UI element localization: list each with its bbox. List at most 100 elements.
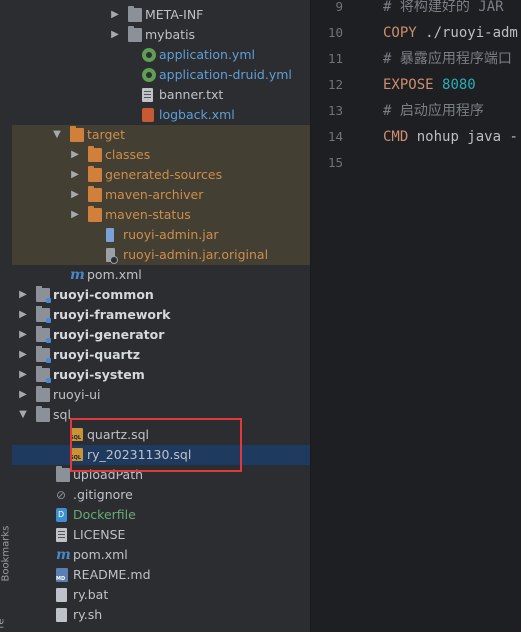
tree-node[interactable]: ruoyi-admin.jar [12,225,310,245]
code-line[interactable]: # 暴露应用程序端口 [383,49,512,69]
code-line[interactable]: EXPOSE 8080 [383,75,476,95]
folder-icon [36,406,50,422]
maven-icon: m [56,547,71,563]
maven-icon: m [70,267,85,283]
tree-node[interactable]: m pom.xml [12,265,310,285]
tree-node-label: ruoyi-common [53,287,154,302]
tree-node-label: ry_20231130.sql [87,447,192,462]
code-line[interactable]: # 启动应用程序 [383,101,484,121]
module-folder-icon [36,326,51,343]
code-line[interactable]: CMD nohup java - [383,127,518,147]
module-folder-icon [36,346,51,363]
ide-window: Bookmarks re ▶ META-INF ▶ mybatis applicatio… [0,0,521,632]
structure-tab[interactable]: re [0,618,7,628]
code-line[interactable]: # 将构建好的 JAR [383,0,512,17]
tree-node-label: ruoyi-quartz [53,347,140,362]
project-tree[interactable]: ▶ META-INF ▶ mybatis application.yml applicat… [12,0,310,632]
tree-node[interactable]: application.yml [12,45,310,65]
docker-icon [56,508,67,522]
bookmarks-tab[interactable]: Bookmarks [1,526,12,582]
folder-icon [88,206,102,222]
tree-node[interactable]: uploadPath [12,465,310,485]
line-number-gutter: 9 10 11 12 13 14 15 [310,0,377,632]
tree-node-label: uploadPath [73,467,144,482]
tree-node[interactable]: ▶ ruoyi-ui [12,385,310,405]
tree-node[interactable]: ▼ sql [12,405,310,425]
chevron-right-icon[interactable]: ▶ [18,365,28,385]
code-editor[interactable]: # 将构建好的 JAR COPY ./ruoyi-adm # 暴露应用程序端口 EX… [376,0,521,632]
tree-node[interactable]: ▶ classes [12,145,310,165]
tree-node[interactable]: ▶ generated-sources [12,165,310,185]
tree-node[interactable]: ▶ META-INF [12,5,310,25]
tree-node[interactable]: ▶ ruoyi-generator [12,325,310,345]
folder-icon [128,26,142,42]
code-line[interactable]: COPY ./ruoyi-adm [383,23,518,43]
code-keyword: COPY [383,25,417,41]
tree-node[interactable]: quartz.sql [12,425,310,445]
jar-icon [106,228,114,242]
tree-node[interactable]: banner.txt [12,85,310,105]
code-keyword: EXPOSE [383,77,434,93]
chevron-right-icon[interactable]: ▶ [110,5,120,25]
tree-node-label: ruoyi-admin.jar.original [123,247,269,262]
spring-config-icon [142,48,156,62]
tree-node[interactable]: ▶ maven-archiver [12,185,310,205]
module-folder-icon [36,286,51,303]
tree-node[interactable]: ▶ ruoyi-system [12,365,310,385]
tree-node[interactable]: logback.xml [12,105,310,125]
tree-node[interactable]: ▶ ruoyi-quartz [12,345,310,365]
tree-node-label: LICENSE [73,527,126,542]
tree-node[interactable]: ⊘ .gitignore [12,485,310,505]
chevron-right-icon[interactable]: ▶ [18,345,28,365]
chevron-right-icon[interactable]: ▶ [70,185,80,205]
code-comment: # 将构建好的 JAR [383,0,513,15]
module-folder-icon [36,366,51,383]
chevron-right-icon[interactable]: ▶ [18,305,28,325]
tree-node[interactable]: ▶ ruoyi-common [12,285,310,305]
tree-node[interactable]: ▶ maven-status [12,205,310,225]
chevron-right-icon[interactable]: ▶ [18,385,28,405]
folder-icon [88,166,102,182]
tree-node[interactable]: ▼ target [12,125,310,145]
chevron-right-icon[interactable]: ▶ [70,165,80,185]
tree-node[interactable]: LICENSE [12,525,310,545]
code-comment: # 暴露应用程序端口 [383,51,512,67]
folder-icon [128,6,142,22]
bat-file-icon [56,588,67,602]
chevron-down-icon[interactable]: ▼ [18,405,28,425]
chevron-right-icon[interactable]: ▶ [110,25,120,45]
tree-node-label: .gitignore [73,487,133,502]
chevron-right-icon[interactable]: ▶ [18,325,28,345]
tree-node[interactable]: ry.sh [12,605,310,625]
chevron-down-icon[interactable]: ▼ [52,125,62,145]
line-number: 14 [327,129,343,144]
gitignore-icon: ⊘ [56,488,67,502]
tree-node[interactable]: ry_20231130.sql [12,445,310,465]
tree-node-label: sql [53,407,71,422]
tree-node-label: ruoyi-ui [53,387,101,402]
folder-icon [88,186,102,202]
tree-node[interactable]: ▶ ruoyi-framework [12,305,310,325]
tree-node[interactable]: Dockerfile [12,505,310,525]
tree-node-label: README.md [73,567,151,582]
code-comment: # 启动应用程序 [383,103,484,119]
chevron-right-icon[interactable]: ▶ [70,205,80,225]
sql-file-icon [70,428,83,441]
chevron-right-icon[interactable]: ▶ [18,285,28,305]
shell-file-icon [56,608,67,622]
chevron-right-icon[interactable]: ▶ [70,145,80,165]
line-number: 12 [327,77,343,92]
spring-config-icon [142,68,156,82]
tree-node[interactable]: ry.bat [12,585,310,605]
tree-node[interactable]: ▶ mybatis [12,25,310,45]
tree-node-label: META-INF [145,7,204,22]
tree-node-label: ruoyi-generator [53,327,165,342]
tree-node-label: target [87,127,126,142]
tree-node[interactable]: m pom.xml [12,545,310,565]
tree-node[interactable]: ruoyi-admin.jar.original [12,245,310,265]
line-number: 13 [327,103,343,118]
tree-node[interactable]: application-druid.yml [12,65,310,85]
code-text: nohup java - [408,129,518,145]
tree-node[interactable]: README.md [12,565,310,585]
